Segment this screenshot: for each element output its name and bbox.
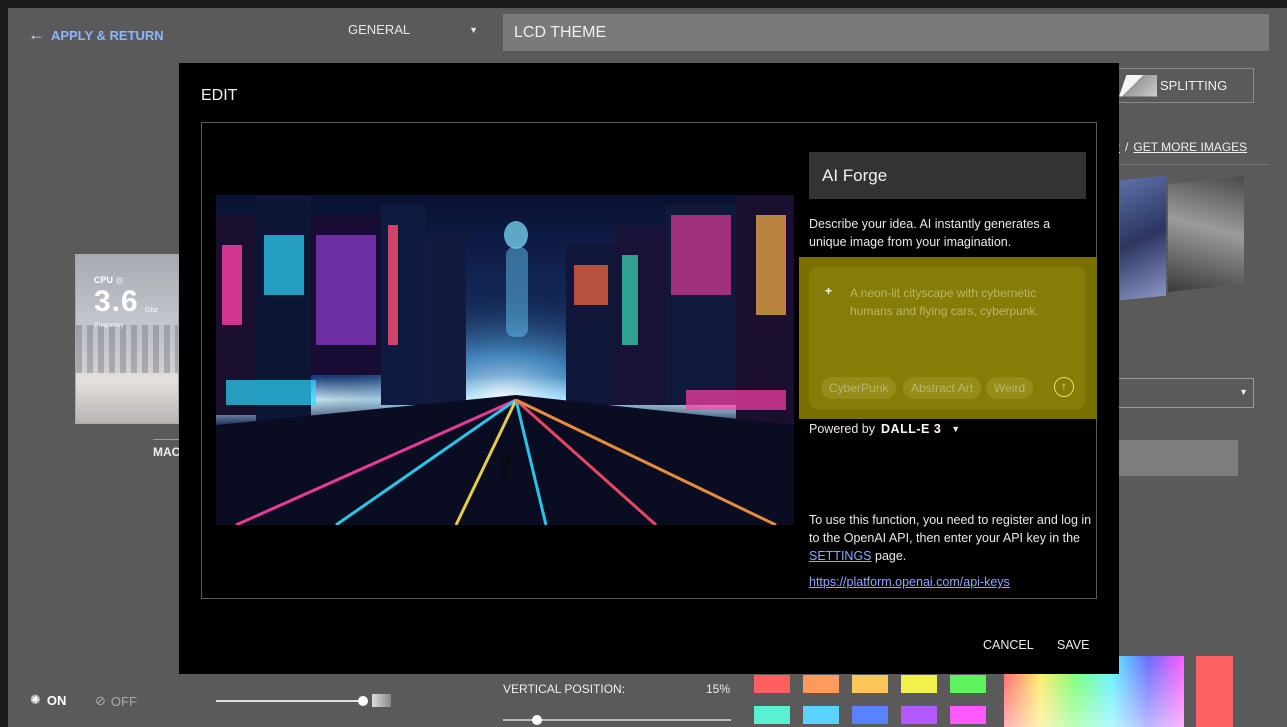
light-on-toggle[interactable]: ✺ ON <box>30 692 66 708</box>
category-value: GENERAL <box>348 22 411 37</box>
cpu-unit: Ghz <box>145 307 158 314</box>
get-more-images-link[interactable]: GET MORE IMAGES <box>1133 140 1247 154</box>
link-separator: / <box>1125 140 1129 154</box>
api-keys-link[interactable]: https://platform.openai.com/api-keys <box>809 575 1010 589</box>
splitting-label: SPLITTING <box>1160 78 1228 93</box>
vertical-position-slider[interactable] <box>503 715 731 725</box>
chip-weird[interactable]: Weird <box>986 377 1034 399</box>
category-dropdown[interactable]: GENERAL ▼ <box>348 22 478 37</box>
lcd-preview-thumbnail[interactable]: CPU ◎ 3.6 Ghz Frequency <box>75 254 179 424</box>
splitting-tab[interactable]: SPLITTING <box>1118 68 1254 103</box>
sparkle-icon: + <box>825 284 833 298</box>
color-swatch[interactable] <box>950 675 986 693</box>
save-button[interactable]: SAVE <box>1057 638 1089 652</box>
chip-abstract-art[interactable]: Abstract Art <box>903 377 982 399</box>
edit-dialog: EDIT AI Forge Describe your idea. AI ins… <box>179 63 1119 674</box>
image-links: P/GET MORE IMAGES <box>1112 140 1247 154</box>
color-swatch[interactable] <box>754 675 790 693</box>
ai-forge-title: AI Forge <box>809 152 1086 199</box>
api-note: To use this function, you need to regist… <box>809 511 1094 565</box>
vertical-position-label: VERTICAL POSITION: <box>503 682 626 696</box>
gallery-thumbnail[interactable] <box>1120 175 1166 301</box>
model-name: DALL-E 3 <box>881 422 942 436</box>
apply-label: APPLY & RETURN <box>51 27 164 43</box>
preview-caption: MAC <box>153 445 181 459</box>
prompt-highlight: + A neon-lit cityscape with cybernetic h… <box>799 257 1097 419</box>
prompt-placeholder: A neon-lit cityscape with cybernetic hum… <box>850 286 1039 318</box>
brightness-preview <box>372 694 391 707</box>
ai-forge-description: Describe your idea. AI instantly generat… <box>809 217 1051 249</box>
cpu-metric: Frequency <box>95 323 124 329</box>
city-skyline <box>76 325 178 373</box>
api-note-tail: page. <box>875 549 907 563</box>
splitting-shape-icon <box>1119 74 1157 97</box>
back-arrow-icon: ← <box>28 25 45 44</box>
color-swatch[interactable] <box>803 706 839 724</box>
settings-link[interactable]: SETTINGS <box>809 549 872 563</box>
divider <box>1112 164 1269 165</box>
dialog-title: EDIT <box>201 87 238 104</box>
color-swatch[interactable] <box>852 675 888 693</box>
slider-handle[interactable] <box>532 715 543 725</box>
color-swatch[interactable] <box>950 706 986 724</box>
theme-name-field[interactable]: LCD THEME <box>503 14 1269 51</box>
send-arrow-icon[interactable]: ↑ <box>1054 377 1074 397</box>
powered-by-label: Powered by <box>809 422 876 436</box>
background-input[interactable] <box>1112 440 1238 476</box>
color-swatch[interactable] <box>901 675 937 693</box>
apply-and-return-button[interactable]: ← APPLY & RETURN <box>28 25 164 45</box>
color-swatch[interactable] <box>901 706 937 724</box>
cpu-value: 3.6 <box>94 285 139 318</box>
api-note-text: To use this function, you need to regist… <box>809 513 1092 545</box>
caret-down-icon: ▼ <box>469 25 478 35</box>
hue-bar[interactable] <box>1196 656 1233 727</box>
off-label: OFF <box>110 693 137 709</box>
caret-down-icon: ▼ <box>1239 387 1248 397</box>
color-swatch[interactable] <box>803 675 839 693</box>
background-select[interactable]: ▼ <box>1112 378 1254 408</box>
prompt-input[interactable]: + A neon-lit cityscape with cybernetic h… <box>809 267 1085 409</box>
color-swatch[interactable] <box>852 706 888 724</box>
on-label: ON <box>46 692 67 708</box>
vertical-position-value: 15% <box>706 682 731 696</box>
slider-handle[interactable] <box>358 696 368 706</box>
light-off-toggle[interactable]: ⊘ OFF <box>95 693 137 709</box>
cyberpunk-city-image <box>216 195 794 525</box>
brightness-slider[interactable] <box>216 696 368 706</box>
bulb-on-icon: ✺ <box>30 692 41 707</box>
model-selector[interactable]: Powered by DALL-E 3 ▼ <box>809 422 960 436</box>
cancel-button[interactable]: CANCEL <box>983 638 1034 652</box>
caret-down-icon: ▼ <box>951 424 961 434</box>
color-swatch[interactable] <box>754 706 790 724</box>
generated-image <box>216 195 794 525</box>
bulb-off-icon: ⊘ <box>95 693 106 708</box>
gallery-thumbnail[interactable] <box>1168 176 1244 292</box>
chip-cyberpunk[interactable]: CyberPunk <box>821 377 897 399</box>
